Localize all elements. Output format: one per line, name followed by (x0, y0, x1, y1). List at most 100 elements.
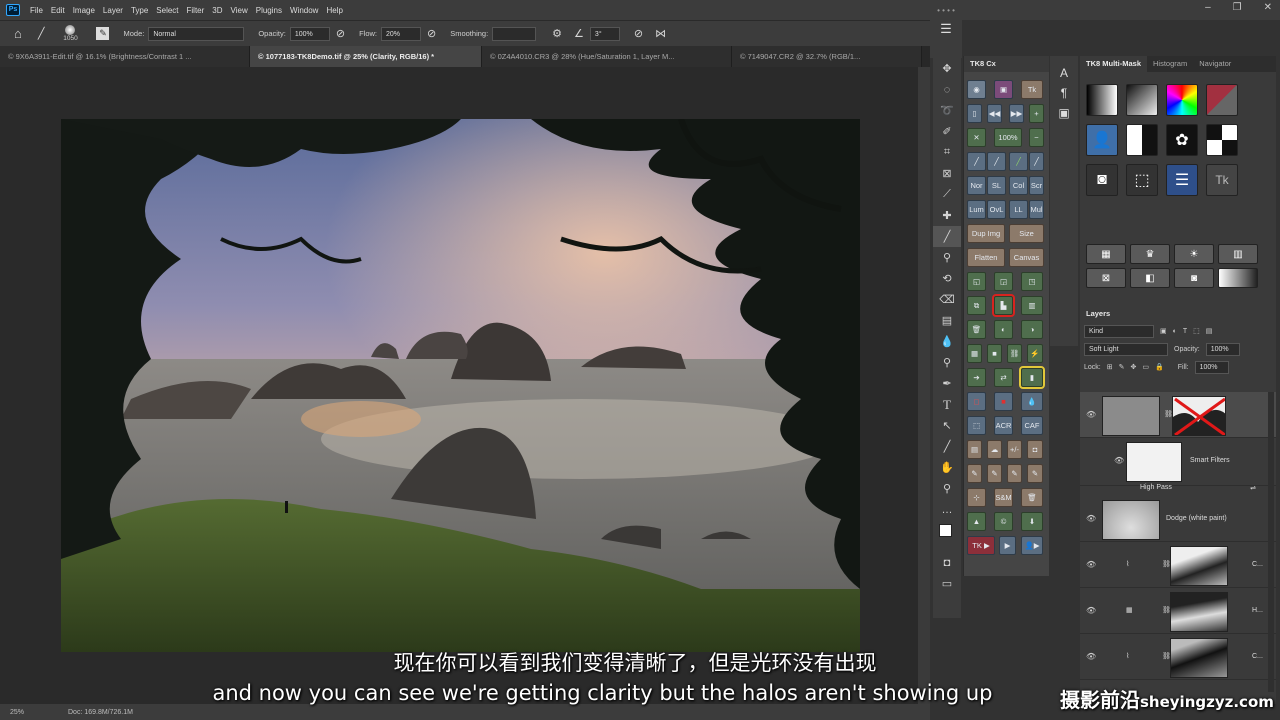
tab-tk8-multi-mask[interactable]: TK8 Multi-Mask (1080, 56, 1148, 72)
tk8-new-doc-icon[interactable]: ▯ (967, 104, 982, 123)
tk8-minus-icon[interactable]: − (1029, 128, 1044, 147)
angle-field[interactable]: 3° (589, 26, 620, 41)
brush-tool-active-icon[interactable]: ╱ (933, 226, 961, 247)
tk8-normal-button[interactable]: Nor (967, 176, 986, 195)
character-panel-icon[interactable]: A (1050, 66, 1078, 80)
tk8-play-icon[interactable]: ▶ (999, 536, 1016, 555)
type-tool-icon[interactable]: T (933, 394, 961, 415)
tk8-100pct-button[interactable]: 100% (994, 128, 1022, 147)
layer-row-curves[interactable]: 👁 ⌇ ⛓ C... (1080, 542, 1276, 588)
minimize-button[interactable]: – (1205, 2, 1211, 13)
glyphs-panel-icon[interactable]: ▣ (1050, 106, 1078, 120)
tk8-plus-icon[interactable]: + (1029, 104, 1044, 123)
tk8-luminosity-button[interactable]: Lum (967, 200, 986, 219)
tk8-highlight-icon[interactable]: ▮ (1019, 366, 1045, 389)
tk8-brush-grey-icon[interactable]: ╱ (1029, 152, 1044, 171)
home-icon[interactable]: ⌂ (14, 27, 22, 40)
layer-row-hue[interactable]: 👁 ▦ ⛓ H... (1080, 588, 1276, 634)
tk8-layer-c-icon[interactable]: ◳ (1021, 272, 1043, 291)
mm-person-icon[interactable]: 👤 (1086, 124, 1118, 156)
mm-brightness-icon[interactable]: ☀ (1174, 244, 1214, 264)
document-image[interactable] (61, 119, 860, 652)
symmetry-butterfly-icon[interactable]: ⋈ (655, 28, 666, 40)
doc-size-readout[interactable]: Doc: 169.8M/726.1M (68, 709, 133, 716)
layer-opacity-field[interactable]: 100% (1205, 342, 1240, 356)
menu-layer[interactable]: Layer (99, 6, 127, 15)
mm-adjust-b-icon[interactable]: ♛ (1130, 244, 1170, 264)
mm-checker-icon[interactable] (1206, 124, 1238, 156)
pressure-opacity-icon[interactable]: ⊘ (336, 28, 345, 40)
mm-flower-icon[interactable]: ✿ (1166, 124, 1198, 156)
mm-adjust-f-icon[interactable]: ◙ (1174, 268, 1214, 288)
smart-filters-row[interactable]: 👁 Smart Filters High Pass ⇌ (1080, 438, 1276, 492)
opacity-field[interactable]: 100% (289, 26, 330, 41)
tk8-select-red-icon[interactable]: ◻ (967, 392, 986, 411)
mm-adjust-c-icon[interactable]: ▥ (1218, 244, 1258, 264)
tk8-trash-icon[interactable]: 🗑 (1021, 488, 1043, 507)
tab-document-2[interactable]: © 1077183-TK8Demo.tif @ 25% (Clarity, RG… (250, 46, 482, 67)
filter-pixel-icon[interactable]: ▣ (1160, 327, 1167, 335)
tab-document-1[interactable]: © 9X6A3911-Edit.tif @ 16.1% (Brightness/… (0, 46, 250, 67)
filter-type-icon[interactable]: T (1183, 328, 1187, 335)
menu-3d[interactable]: 3D (208, 6, 226, 15)
tk8-brush-green-icon[interactable]: ╱ (1009, 152, 1028, 171)
visibility-eye-icon[interactable]: 👁 (1086, 652, 1096, 661)
healing-tool-icon[interactable]: ✚ (933, 205, 961, 226)
mm-adjust-a-icon[interactable]: ▦ (1086, 244, 1126, 264)
tk8-delete-icon[interactable]: 🗑 (967, 320, 986, 339)
layer-fill-field[interactable]: 100% (1194, 360, 1229, 374)
tk8-softlight-button[interactable]: SL (987, 176, 1006, 195)
lock-pixels-icon[interactable]: ⊞ (1107, 363, 1113, 371)
mm-adjust-e-icon[interactable]: ◧ (1130, 268, 1170, 288)
visibility-eye-icon[interactable]: 👁 (1086, 410, 1096, 419)
tk8-drop-icon[interactable]: 💧 (1021, 392, 1043, 411)
filter-shape-icon[interactable]: ⬚ (1193, 327, 1200, 335)
tk8-plusminus-button[interactable]: +/- (1007, 440, 1022, 459)
history-brush-tool-icon[interactable]: ⟲ (933, 268, 961, 289)
filter-smart-icon[interactable]: ▤ (1206, 327, 1213, 335)
tk8-download-icon[interactable]: ⬇ (1021, 512, 1043, 531)
tk8-arrow-in-icon[interactable]: ➔ (967, 368, 986, 387)
lock-paint-icon[interactable]: ✎ (1119, 363, 1125, 371)
color-swatches-icon[interactable] (933, 520, 961, 552)
canvas-area[interactable] (0, 67, 918, 704)
tk8-pen-c-icon[interactable]: ✎ (1007, 464, 1022, 483)
brush-settings-icon[interactable]: ✎ (96, 27, 110, 40)
tk8-logo-icon[interactable]: Tk (1021, 80, 1043, 99)
tk8-multiply-button[interactable]: Mul (1029, 200, 1044, 219)
tk8-link-icon[interactable]: ⛓ (1007, 344, 1022, 363)
layer-mask-thumbnail[interactable] (1172, 396, 1226, 436)
tk8-stamp-visible-icon[interactable]: ▙ (992, 294, 1015, 317)
brush-tool-icon[interactable]: ╱ (38, 28, 45, 40)
tk8-pen-d-icon[interactable]: ✎ (1027, 464, 1043, 483)
restore-button[interactable]: ❐ (1233, 2, 1242, 13)
tk8-screen-button[interactable]: Scr (1029, 176, 1044, 195)
path-select-tool-icon[interactable]: ↖ (933, 415, 961, 436)
menu-image[interactable]: Image (69, 6, 99, 15)
tk8-mask-b-icon[interactable]: ◑ (1021, 320, 1043, 339)
menu-edit[interactable]: Edit (47, 6, 69, 15)
high-pass-filter-label[interactable]: High Pass (1140, 484, 1172, 491)
layer-mask-thumbnail[interactable] (1170, 638, 1228, 678)
zoom-readout[interactable]: 25% (10, 709, 50, 716)
more-tools-icon[interactable]: … (933, 499, 961, 520)
pen-tool-icon[interactable]: ✒ (933, 373, 961, 394)
quick-select-tool-icon[interactable]: ✐ (933, 121, 961, 142)
paragraph-panel-icon[interactable]: ¶ (1050, 86, 1078, 100)
filter-adjust-icon[interactable]: ◐ (1173, 328, 1177, 335)
mm-invert-icon[interactable] (1206, 84, 1238, 116)
tab-navigator[interactable]: Navigator (1193, 56, 1237, 72)
tk8-merge-icon[interactable]: ▥ (1021, 296, 1043, 315)
lock-artboard-icon[interactable]: ▭ (1142, 363, 1149, 371)
properties-panel-icon[interactable]: ☰ (930, 21, 962, 37)
tk8-marquee-icon[interactable]: ⬚ (967, 416, 986, 435)
brush-preset-picker[interactable]: 1050 (58, 25, 82, 42)
hand-tool-icon[interactable]: ✋ (933, 457, 961, 478)
tk8-layer-a-icon[interactable]: ◱ (967, 272, 986, 291)
line-tool-icon[interactable]: ╱ (933, 436, 961, 457)
mm-curves-icon[interactable] (1126, 84, 1158, 116)
tk8-grid-icon[interactable]: ▦ (967, 344, 982, 363)
tk8-black-mask-icon[interactable]: ■ (987, 344, 1002, 363)
stamp-tool-icon[interactable]: ⚲ (933, 247, 961, 268)
tk8-rewind-icon[interactable]: ◀◀ (987, 104, 1002, 123)
